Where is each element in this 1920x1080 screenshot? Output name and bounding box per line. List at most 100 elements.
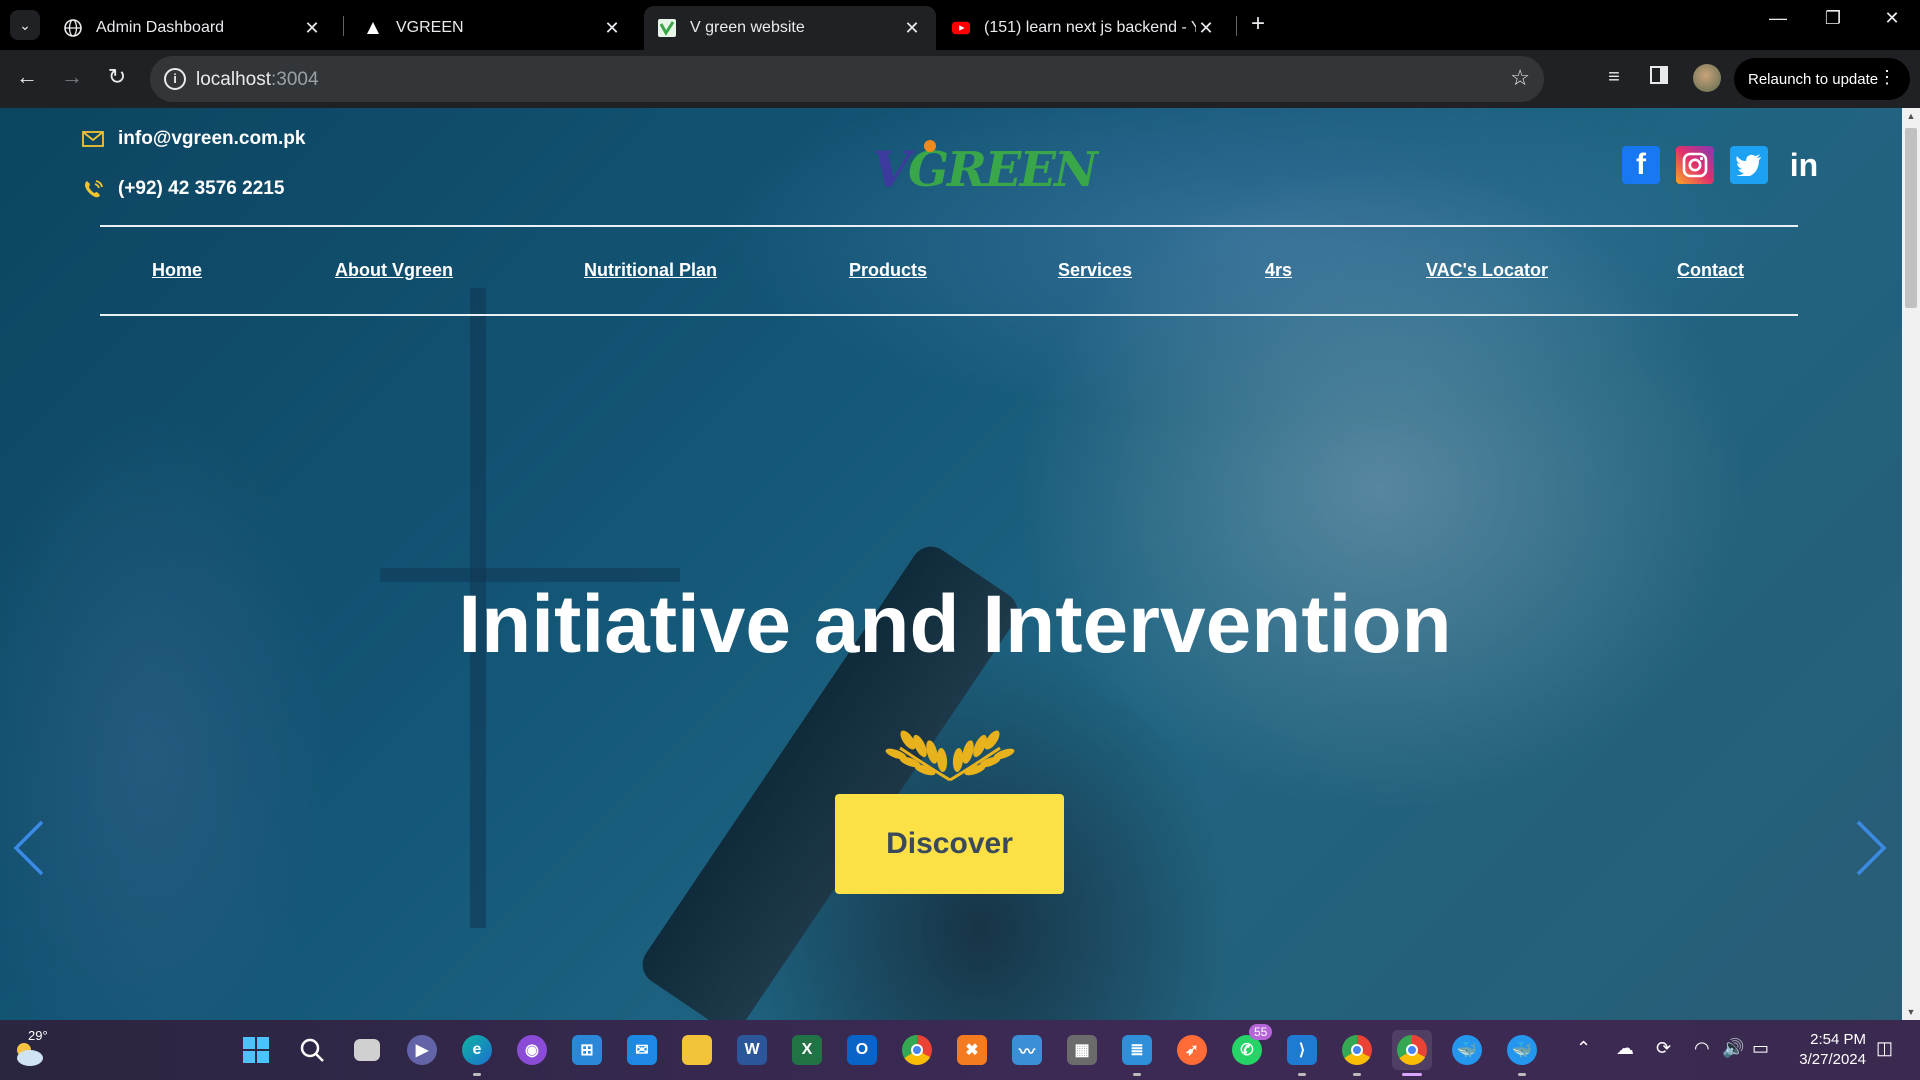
- browser-toolbar: ← → ↻ i localhost:3004 ☆ ≡ Relaunch to u…: [0, 50, 1920, 108]
- restore-icon[interactable]: ❐: [1813, 8, 1853, 29]
- onedrive-icon[interactable]: ☁: [1616, 1038, 1634, 1059]
- outlook-icon[interactable]: O: [842, 1030, 882, 1070]
- vscode-icon[interactable]: ⟩: [1282, 1030, 1322, 1076]
- discover-button[interactable]: Discover: [835, 794, 1064, 894]
- hero-title: Initiative and Intervention: [458, 579, 1452, 670]
- battery-icon[interactable]: ▭: [1752, 1038, 1769, 1059]
- address-bar[interactable]: i localhost:3004 ☆: [150, 56, 1544, 102]
- teams-icon[interactable]: ▶: [402, 1030, 442, 1070]
- nav-products[interactable]: Products: [849, 260, 927, 281]
- youtube-icon: [952, 19, 970, 37]
- excel-icon[interactable]: X: [787, 1030, 827, 1070]
- volume-icon[interactable]: 🔊: [1722, 1038, 1744, 1059]
- address-url[interactable]: localhost:3004: [196, 69, 319, 91]
- postman-icon[interactable]: ➶: [1172, 1030, 1212, 1070]
- scroll-thumb[interactable]: [1905, 128, 1917, 308]
- nav-4rs[interactable]: 4rs: [1265, 260, 1292, 281]
- chrome-active-icon[interactable]: [1392, 1030, 1432, 1076]
- file-explorer-icon[interactable]: [677, 1030, 717, 1070]
- social-links: f in: [1622, 146, 1824, 184]
- nav-contact[interactable]: Contact: [1677, 260, 1744, 281]
- weather-widget[interactable]: 29°: [12, 1028, 48, 1068]
- page-scrollbar[interactable]: ▲ ▼: [1902, 108, 1920, 1020]
- tab-divider: [1236, 16, 1237, 36]
- header-email[interactable]: info@vgreen.com.pk: [82, 128, 305, 150]
- mail-icon[interactable]: ✉: [622, 1030, 662, 1070]
- main-nav: Home About Vgreen Nutritional Plan Produ…: [100, 260, 1798, 308]
- tab-title: V green website: [690, 19, 805, 36]
- mail-icon: [82, 128, 104, 150]
- carousel-next-icon[interactable]: [1850, 818, 1890, 878]
- tab-vgreen[interactable]: VGREEN ✕: [350, 6, 636, 50]
- facebook-icon[interactable]: f: [1622, 146, 1660, 184]
- logo-green: GREEN: [908, 142, 1098, 198]
- header-phone[interactable]: (+92) 42 3576 2215: [82, 178, 284, 200]
- relaunch-button[interactable]: Relaunch to update ⋮: [1734, 58, 1910, 100]
- sync-icon[interactable]: ⟳: [1656, 1038, 1671, 1059]
- tray-overflow-icon[interactable]: ⌃: [1576, 1038, 1591, 1059]
- forward-icon[interactable]: →: [57, 64, 87, 90]
- task-view-icon[interactable]: [347, 1030, 387, 1070]
- side-panel-icon[interactable]: [1645, 66, 1673, 90]
- vgreen-favicon: [658, 19, 676, 37]
- store-icon[interactable]: ⊞: [567, 1030, 607, 1070]
- nav-vacs-locator[interactable]: VAC's Locator: [1426, 260, 1548, 281]
- notepad-icon[interactable]: ≣: [1117, 1030, 1157, 1076]
- chrome-profile-icon[interactable]: [1337, 1030, 1377, 1076]
- minimize-icon[interactable]: —: [1758, 8, 1798, 29]
- close-window-icon[interactable]: ✕: [1872, 8, 1912, 29]
- vgreen-logo[interactable]: V GREEN: [872, 138, 1098, 199]
- close-tab-icon[interactable]: ✕: [1196, 18, 1216, 39]
- clock-time: 2:54 PM: [1810, 1031, 1866, 1048]
- logo-dot: [924, 140, 936, 152]
- notification-icon[interactable]: ◫: [1876, 1038, 1893, 1059]
- whatsapp-icon[interactable]: ✆ 55: [1227, 1024, 1273, 1070]
- word-icon[interactable]: W: [732, 1030, 772, 1070]
- taskbar-clock[interactable]: 2:54 PM 3/27/2024: [1786, 1030, 1866, 1070]
- profile-avatar[interactable]: [1693, 64, 1721, 92]
- carousel-prev-icon[interactable]: [10, 818, 50, 878]
- nav-nutritional-plan[interactable]: Nutritional Plan: [584, 260, 717, 281]
- search-icon[interactable]: [292, 1030, 332, 1070]
- scroll-down-icon[interactable]: ▼: [1902, 1004, 1920, 1020]
- docker-icon[interactable]: 🐳: [1447, 1030, 1487, 1070]
- tab-strip: ⌄ Admin Dashboard ✕ VGREEN ✕ V green web…: [0, 0, 1920, 50]
- tab-v-green-website[interactable]: V green website ✕: [644, 6, 936, 50]
- relaunch-label: Relaunch to update: [1748, 70, 1879, 88]
- tab-title: Admin Dashboard: [96, 19, 225, 36]
- wifi-icon[interactable]: ◠: [1694, 1038, 1710, 1059]
- tab-search-button[interactable]: ⌄: [10, 10, 40, 40]
- edge-icon[interactable]: e: [457, 1030, 497, 1076]
- nav-home[interactable]: Home: [152, 260, 202, 281]
- reload-icon[interactable]: ↻: [102, 64, 132, 90]
- globe-icon: [64, 19, 82, 37]
- tab-admin-dashboard[interactable]: Admin Dashboard ✕: [50, 6, 336, 50]
- scroll-up-icon[interactable]: ▲: [1902, 108, 1920, 124]
- media-control-icon[interactable]: ≡: [1600, 66, 1628, 89]
- tab-youtube[interactable]: (151) learn next js backend - Yo ✕: [938, 6, 1230, 50]
- nav-about-vgreen[interactable]: About Vgreen: [335, 260, 453, 281]
- photos-icon[interactable]: 〰: [1007, 1030, 1047, 1070]
- chrome-icon[interactable]: [897, 1030, 937, 1070]
- windows-start-icon[interactable]: [236, 1030, 276, 1070]
- page-viewport: info@vgreen.com.pk (+92) 42 3576 2215 V …: [0, 108, 1902, 1020]
- docker-desktop-icon[interactable]: 🐳: [1502, 1030, 1542, 1076]
- close-tab-icon[interactable]: ✕: [302, 18, 322, 39]
- github-desktop-icon[interactable]: ◉: [512, 1030, 552, 1070]
- bookmark-star-icon[interactable]: ☆: [1510, 65, 1530, 91]
- windows-taskbar: 29° ▶ e ◉ ⊞ ✉ W X O ✖ 〰 ▦ ≣ ➶ ✆ 55 ⟩ 🐳 🐳 …: [0, 1020, 1920, 1080]
- site-info-icon[interactable]: i: [164, 68, 186, 90]
- nav-services[interactable]: Services: [1058, 260, 1132, 281]
- linkedin-icon[interactable]: in: [1784, 146, 1824, 184]
- xampp-icon[interactable]: ✖: [952, 1030, 992, 1070]
- laurel-icon: [885, 730, 1015, 782]
- close-tab-icon[interactable]: ✕: [602, 18, 622, 39]
- instagram-icon[interactable]: [1676, 146, 1714, 184]
- twitter-icon[interactable]: [1730, 146, 1768, 184]
- back-icon[interactable]: ←: [12, 64, 42, 90]
- more-menu-icon[interactable]: ⋮: [1878, 67, 1896, 88]
- calculator-icon[interactable]: ▦: [1062, 1030, 1102, 1070]
- close-tab-icon[interactable]: ✕: [902, 18, 922, 39]
- new-tab-button[interactable]: +: [1244, 10, 1272, 38]
- triangle-icon: [364, 19, 382, 37]
